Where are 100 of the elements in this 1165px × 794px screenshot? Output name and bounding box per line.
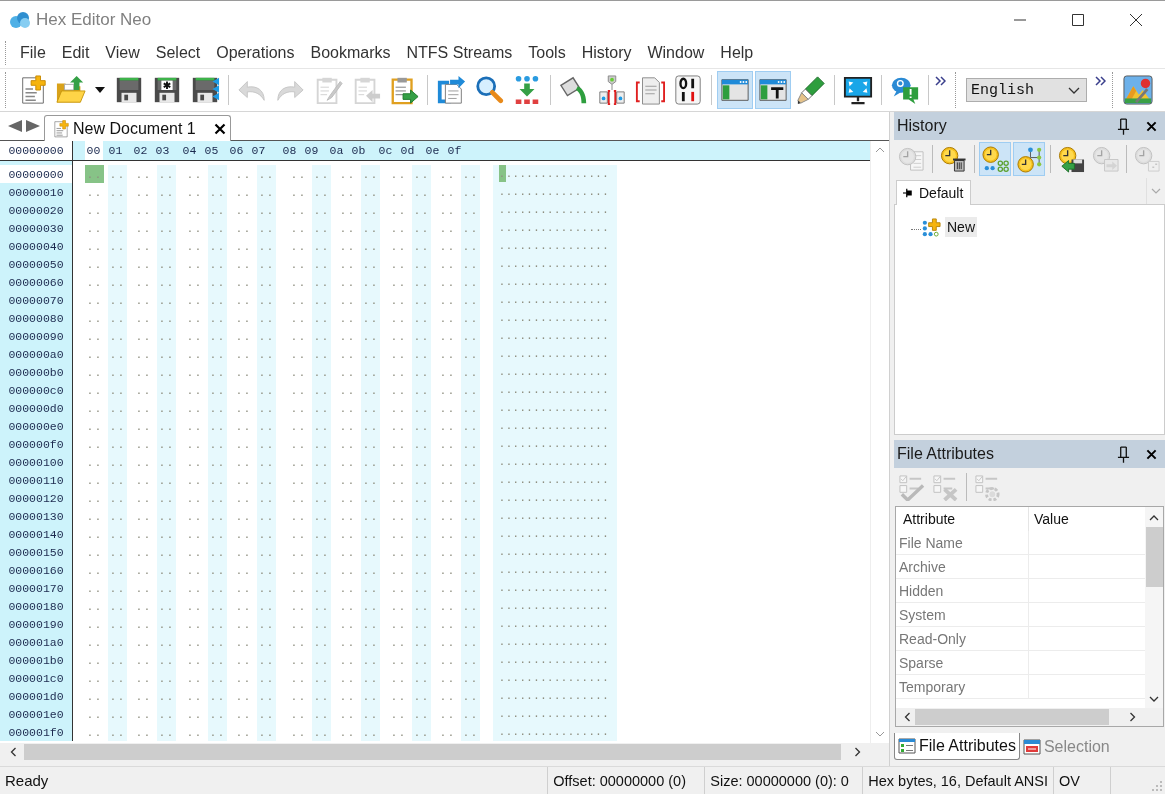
menu-item[interactable]: Operations xyxy=(208,41,303,65)
ascii-text: ................ xyxy=(498,598,609,614)
hex-byte: .. xyxy=(85,418,104,435)
attribute-name: Sparse xyxy=(896,651,1029,674)
clock-tree-icon xyxy=(1015,145,1043,173)
scroll-left-icon[interactable] xyxy=(8,120,22,132)
hex-byte: .. xyxy=(134,724,153,741)
horizontal-scrollbar[interactable] xyxy=(0,743,889,761)
hex-byte: .. xyxy=(460,399,480,417)
hex-byte: .. xyxy=(107,543,127,561)
menu-item[interactable]: View xyxy=(97,41,148,65)
hex-byte: .. xyxy=(85,364,104,381)
hex-byte: .. xyxy=(389,184,408,201)
tree-item[interactable]: New xyxy=(945,217,977,237)
hex-byte: .. xyxy=(207,453,227,471)
ascii-text: ................ xyxy=(498,508,609,524)
menu-item[interactable]: File xyxy=(12,41,54,65)
scroll-left-icon[interactable] xyxy=(10,747,17,757)
scroll-right-icon[interactable] xyxy=(26,120,40,132)
row-offset: 00000130 xyxy=(0,507,73,525)
scroll-down-icon[interactable] xyxy=(1149,696,1159,702)
hex-byte: .. xyxy=(360,723,380,741)
clock-arrow-icon xyxy=(1091,145,1119,173)
menu-item[interactable]: Help xyxy=(712,41,762,65)
hex-byte: .. xyxy=(207,309,227,327)
pin-icon[interactable] xyxy=(1117,445,1130,463)
hex-byte: .. xyxy=(156,237,176,255)
panel-title: File Attributes xyxy=(897,445,995,463)
attribute-name: Temporary xyxy=(896,675,1029,698)
hex-byte: .. xyxy=(360,435,380,453)
menu-item[interactable]: Select xyxy=(147,41,209,65)
hex-byte: .. xyxy=(85,436,104,453)
ascii-text: ................ xyxy=(498,724,609,740)
hex-byte: .. xyxy=(311,597,331,615)
horizontal-scrollbar[interactable] xyxy=(896,708,1163,726)
menu-item[interactable]: Edit xyxy=(53,41,98,65)
resize-grip-icon[interactable] xyxy=(1151,780,1163,792)
hex-byte: .. xyxy=(389,544,408,561)
hex-byte: .. xyxy=(256,201,276,219)
minimize-icon xyxy=(1014,18,1026,21)
panel-tab[interactable]: File Attributes xyxy=(894,733,1020,760)
language-dropdown[interactable]: English xyxy=(966,78,1087,102)
hex-byte: .. xyxy=(185,238,204,255)
hex-byte: .. xyxy=(460,507,480,525)
hex-byte: .. xyxy=(389,562,408,579)
pin-icon[interactable] xyxy=(1117,117,1130,135)
hex-byte: .. xyxy=(289,292,308,309)
hex-byte: .. xyxy=(156,255,176,273)
hex-byte: .. xyxy=(207,417,227,435)
row-offset: 000001d0 xyxy=(0,687,73,705)
hex-byte: .. xyxy=(338,166,357,183)
hex-byte: .. xyxy=(289,508,308,525)
ascii-text: ................ xyxy=(498,220,609,236)
hex-byte: .. xyxy=(460,237,480,255)
double-chevron-icon xyxy=(1094,76,1106,86)
scrollbar-thumb[interactable] xyxy=(24,744,841,760)
close-icon[interactable] xyxy=(1146,448,1157,460)
scroll-right-icon[interactable] xyxy=(1129,712,1136,722)
hex-byte: .. xyxy=(134,256,153,273)
hex-byte: .. xyxy=(107,237,127,255)
hex-byte: .. xyxy=(256,525,276,543)
close-icon[interactable] xyxy=(213,122,226,135)
hex-byte: .. xyxy=(389,328,408,345)
hex-byte: .. xyxy=(185,634,204,651)
row-offset: 00000160 xyxy=(0,561,73,579)
menu-item[interactable]: Tools xyxy=(520,41,574,65)
hex-byte: .. xyxy=(107,363,127,381)
close-icon[interactable] xyxy=(1146,120,1157,132)
hex-byte: .. xyxy=(234,310,253,327)
hex-byte: .. xyxy=(156,543,176,561)
hex-byte: .. xyxy=(438,382,457,399)
menu-item[interactable]: NTFS Streams xyxy=(398,41,521,65)
menu-item[interactable]: History xyxy=(573,41,640,65)
ascii-text: ................ xyxy=(498,706,609,722)
scroll-right-icon[interactable] xyxy=(854,747,861,757)
vertical-scrollbar[interactable] xyxy=(1145,507,1163,708)
hex-byte: .. xyxy=(85,454,104,471)
scroll-left-icon[interactable] xyxy=(904,712,911,722)
hex-byte: .. xyxy=(134,598,153,615)
document-tab[interactable]: New Document 1 xyxy=(44,115,231,141)
scroll-up-icon[interactable] xyxy=(1149,515,1159,521)
hex-byte: .. xyxy=(460,219,480,237)
hex-byte: .. xyxy=(156,525,176,543)
hex-byte: .. xyxy=(338,688,357,705)
column-header[interactable]: Attribute xyxy=(896,507,1029,531)
toolbar-button[interactable] xyxy=(755,71,791,109)
hex-byte: .. xyxy=(156,669,176,687)
column-header[interactable]: Value xyxy=(1029,507,1069,531)
column-header: 04 xyxy=(181,143,198,159)
scrollbar-thumb[interactable] xyxy=(915,709,1109,725)
hex-byte: .. xyxy=(134,544,153,561)
hex-byte: .. xyxy=(185,328,204,345)
history-tab[interactable]: Default xyxy=(896,180,972,205)
scrollbar-thumb[interactable] xyxy=(1145,527,1163,587)
menu-item[interactable]: Window xyxy=(639,41,713,65)
menu-item[interactable]: Bookmarks xyxy=(302,41,399,65)
row-offset: 00000140 xyxy=(0,525,73,543)
hex-byte: .. xyxy=(438,346,457,363)
hex-byte: .. xyxy=(156,507,176,525)
hex-byte: .. xyxy=(207,291,227,309)
